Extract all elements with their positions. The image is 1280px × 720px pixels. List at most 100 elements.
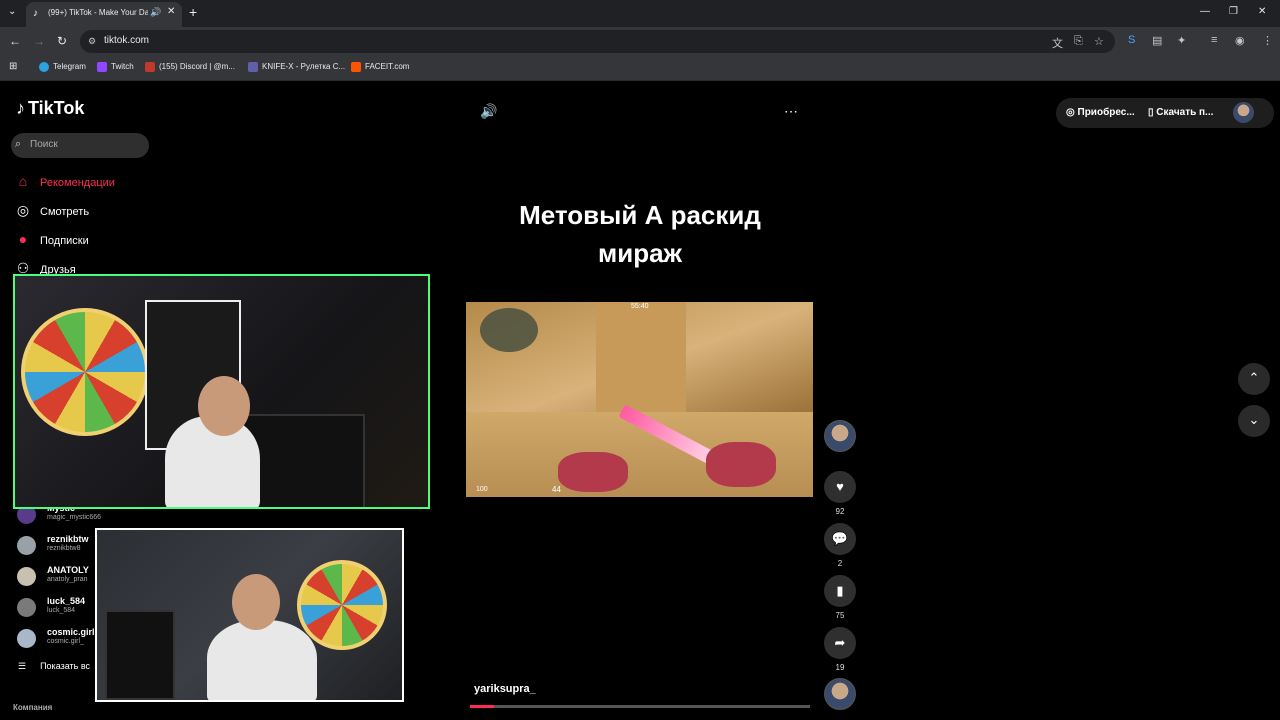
apps-icon[interactable]: ⊞ (9, 61, 17, 72)
video-frame[interactable]: 55:40 100 44 (466, 302, 813, 497)
bookmark-knifex[interactable]: KNIFE-X - Рулетка С... (248, 62, 345, 72)
browser-tab-bar: ⌄ ♪ (99+) TikTok - Make Your Day 🔊 ✕ + —… (0, 0, 1280, 27)
nav-item-recommended[interactable]: ⌂ Рекомендации (14, 173, 115, 189)
share-icon: ➦ (834, 635, 846, 650)
tab-audio-icon[interactable]: 🔊 (150, 7, 161, 18)
following-icon: ● (18, 231, 28, 247)
comment-icon: 💬 (831, 531, 849, 546)
tiktok-page: ♪ TikTok ⌕ Поиск ⌂ Рекомендации ◎ Смотреть … (0, 81, 1280, 720)
nav-item-following[interactable]: ● Подписки (14, 231, 89, 247)
bookmark-faceit[interactable]: FACEIT.com (351, 62, 409, 72)
chevron-up-icon: ⌃ (1248, 370, 1260, 385)
previous-video-button[interactable]: ⌃ (1238, 363, 1270, 395)
menu-icon[interactable]: ⋮ (1262, 34, 1273, 47)
fortune-wheel (297, 560, 387, 650)
bookmark-twitch[interactable]: Twitch (97, 62, 134, 72)
video-caption-title: Метовый А раскид мираж (519, 200, 761, 268)
avatar (17, 567, 36, 586)
game-radar (480, 308, 538, 352)
tiktok-note-icon: ♪ (16, 98, 25, 118)
bookmarks-bar: ⊞ Telegram Twitch (155) Discord | @m... … (0, 56, 1280, 81)
game-hud-health: 100 (476, 486, 488, 493)
window-close-icon[interactable]: ✕ (1258, 6, 1266, 17)
video-author[interactable]: yariksupra_ (474, 683, 536, 695)
game-wall (596, 302, 686, 412)
tiktok-favicon-icon: ♪ (33, 8, 38, 19)
bookmark-count: 75 (835, 611, 845, 620)
streamer-head (232, 574, 280, 630)
volume-icon[interactable]: 🔊 (480, 103, 497, 120)
restore-icon[interactable]: ❐ (1229, 6, 1238, 17)
bookmark-telegram[interactable]: Telegram (39, 62, 86, 72)
faceit-icon (351, 62, 361, 72)
heart-icon: ♥ (836, 479, 844, 494)
avatar (17, 629, 36, 648)
chevron-down-icon: ⌄ (1248, 412, 1260, 427)
compass-icon: ◎ (16, 202, 30, 218)
twitch-icon (97, 62, 107, 72)
game-glove-left (558, 452, 628, 492)
url-text: tiktok.com (104, 35, 150, 46)
list-icon: ☰ (18, 661, 27, 671)
telegram-icon (39, 62, 49, 72)
video-progress-fill (470, 705, 494, 708)
avatar (17, 598, 36, 617)
get-coins-button[interactable]: ◎ Приобрес... (1066, 107, 1135, 118)
monitor (105, 610, 175, 700)
tab-title: (99+) TikTok - Make Your Day (48, 8, 148, 17)
discord-icon (145, 62, 155, 72)
new-tab-icon[interactable]: + (189, 4, 197, 20)
like-count: 92 (835, 507, 845, 516)
fortune-wheel (21, 308, 149, 436)
address-bar[interactable]: ⚙ tiktok.com 文 ⎘ ☆ (80, 30, 1115, 53)
streamer (207, 620, 317, 700)
game-hud-ammo: 44 (552, 485, 561, 494)
bookmark-discord[interactable]: (155) Discord | @m... (145, 62, 235, 72)
tiktok-logo[interactable]: ♪ TikTok (16, 98, 84, 119)
share-count: 19 (835, 663, 845, 672)
home-icon: ⌂ (18, 173, 28, 189)
game-hud-timer: 55:40 (631, 303, 649, 310)
search-input[interactable]: ⌕ Поиск (11, 133, 149, 158)
user-avatar[interactable] (1233, 102, 1254, 123)
video-progress-bar[interactable] (470, 705, 810, 708)
minimize-icon[interactable]: — (1200, 6, 1210, 17)
nav-item-explore[interactable]: ◎ Смотреть (14, 202, 89, 219)
extension-2-icon[interactable]: ▤ (1152, 34, 1162, 47)
like-button[interactable]: ♥ (824, 471, 856, 503)
webcam-overlay-secondary (95, 528, 404, 702)
site-info-icon[interactable]: ⚙ (88, 36, 99, 47)
sound-avatar[interactable] (824, 678, 856, 710)
browser-toolbar: ← → ↻ ⚙ tiktok.com 文 ⎘ ☆ S ▤ ✦ ≡ ◉ ⋮ (0, 27, 1280, 56)
knifex-icon (248, 62, 258, 72)
tab-close-icon[interactable]: ✕ (167, 6, 175, 17)
show-more-link[interactable]: ☰ Показать вс (18, 661, 90, 672)
extension-1-icon[interactable]: S (1128, 34, 1135, 46)
translate-icon[interactable]: 文 (1052, 35, 1063, 51)
bookmark-button[interactable]: ▮ (824, 575, 856, 607)
streamer-head (198, 376, 250, 436)
search-icon: ⌕ (15, 138, 22, 150)
creator-avatar[interactable] (824, 420, 856, 452)
company-heading: Компания (13, 703, 53, 712)
reload-icon[interactable]: ↻ (57, 34, 67, 48)
forward-icon[interactable]: → (33, 34, 45, 48)
back-icon[interactable]: ← (9, 34, 21, 48)
more-options-icon[interactable]: ⋯ (784, 103, 798, 120)
download-app-button[interactable]: ▯ Скачать п... (1148, 107, 1213, 118)
install-app-icon[interactable]: ⎘ (1074, 35, 1083, 48)
comment-button[interactable]: 💬 (824, 523, 856, 555)
share-button[interactable]: ➦ (824, 627, 856, 659)
avatar (17, 536, 36, 555)
search-placeholder: Поиск (30, 139, 58, 150)
bookmark-star-icon[interactable]: ☆ (1094, 35, 1104, 48)
coin-icon: ◎ (1066, 107, 1078, 118)
profile-icon[interactable]: ◉ (1235, 34, 1245, 47)
next-video-button[interactable]: ⌄ (1238, 405, 1270, 437)
browser-tab-tiktok[interactable]: ♪ (99+) TikTok - Make Your Day 🔊 ✕ (26, 2, 182, 27)
media-control-icon[interactable]: ≡ (1211, 34, 1217, 46)
game-glove-right (706, 442, 776, 487)
tab-search-icon[interactable]: ⌄ (8, 6, 16, 17)
extensions-icon[interactable]: ✦ (1177, 34, 1186, 47)
webcam-overlay-main (13, 274, 430, 509)
